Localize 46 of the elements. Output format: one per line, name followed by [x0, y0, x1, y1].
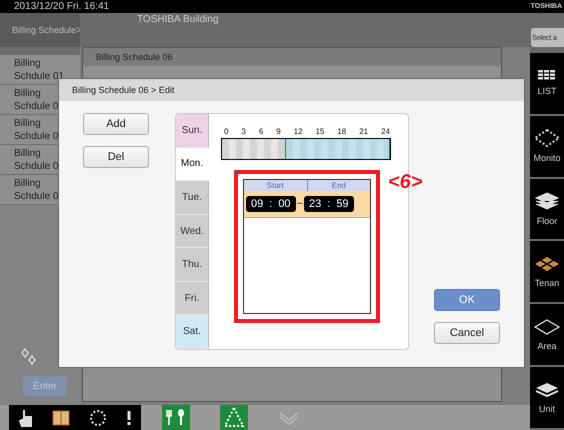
start-time-field[interactable]: 09 : 00 — [246, 196, 296, 212]
hour-label: 21 — [359, 127, 368, 138]
diamond-icon — [534, 318, 560, 335]
day-tab[interactable]: Wed. — [176, 214, 209, 248]
tiles-icon — [534, 256, 560, 272]
day-tab[interactable]: Tue. — [176, 181, 209, 215]
diamonds-icon[interactable] — [20, 348, 38, 366]
nav-item[interactable]: LIST — [530, 53, 564, 114]
column-header: Start — [266, 180, 285, 191]
period-row[interactable]: 09 : 00 ~ 23 : 59 — [244, 191, 370, 218]
hour-label: 9 — [276, 127, 281, 138]
day-tab[interactable]: Sun. — [176, 114, 209, 148]
stack-icon — [535, 382, 559, 398]
day-tab[interactable]: Sat. — [176, 315, 209, 349]
location-text: TOSHIBA Building — [137, 14, 219, 25]
hour-label: 24 — [381, 127, 390, 138]
day-tab[interactable]: Thu. — [176, 248, 209, 282]
dotted-diamond-icon — [534, 129, 560, 148]
action-button[interactable]: Del — [83, 146, 149, 168]
cancel-button[interactable]: Cancel — [434, 322, 500, 344]
action-button[interactable]: Add — [83, 113, 149, 135]
day-tab[interactable]: Fri. — [176, 282, 209, 316]
hour-label: 18 — [337, 127, 346, 138]
end-time-field[interactable]: 23 : 59 — [304, 196, 354, 212]
range-separator: ~ — [296, 198, 303, 210]
fork-spoon-icon[interactable] — [162, 405, 190, 430]
layers-icon — [535, 192, 559, 210]
hour-label: 6 — [258, 127, 264, 138]
hour-label: 12 — [294, 127, 303, 138]
nav-item[interactable]: Unit — [530, 367, 564, 428]
nav-item[interactable]: Floor — [530, 178, 564, 240]
nav-item[interactable]: Area — [530, 304, 564, 366]
alert-icon[interactable] — [126, 410, 132, 426]
sidebar-title: Billing Schedule — [12, 25, 76, 35]
dialog-title: Billing Schedule 06 — [96, 52, 173, 62]
callout-label: <6> — [388, 171, 422, 194]
book-icon[interactable] — [52, 408, 70, 426]
dotted-circle-icon[interactable] — [88, 408, 106, 426]
hour-label: 0 — [224, 127, 228, 138]
date-time: 2013/12/20 Fri. 16:41 — [14, 1, 110, 12]
hour-label: 3 — [241, 127, 246, 138]
nav-item[interactable]: Tenan — [530, 241, 564, 302]
nav-item[interactable]: Monito — [530, 116, 564, 177]
hand-icon[interactable] — [18, 408, 32, 426]
hour-label: 15 — [315, 127, 324, 138]
grid-icon — [538, 70, 556, 80]
